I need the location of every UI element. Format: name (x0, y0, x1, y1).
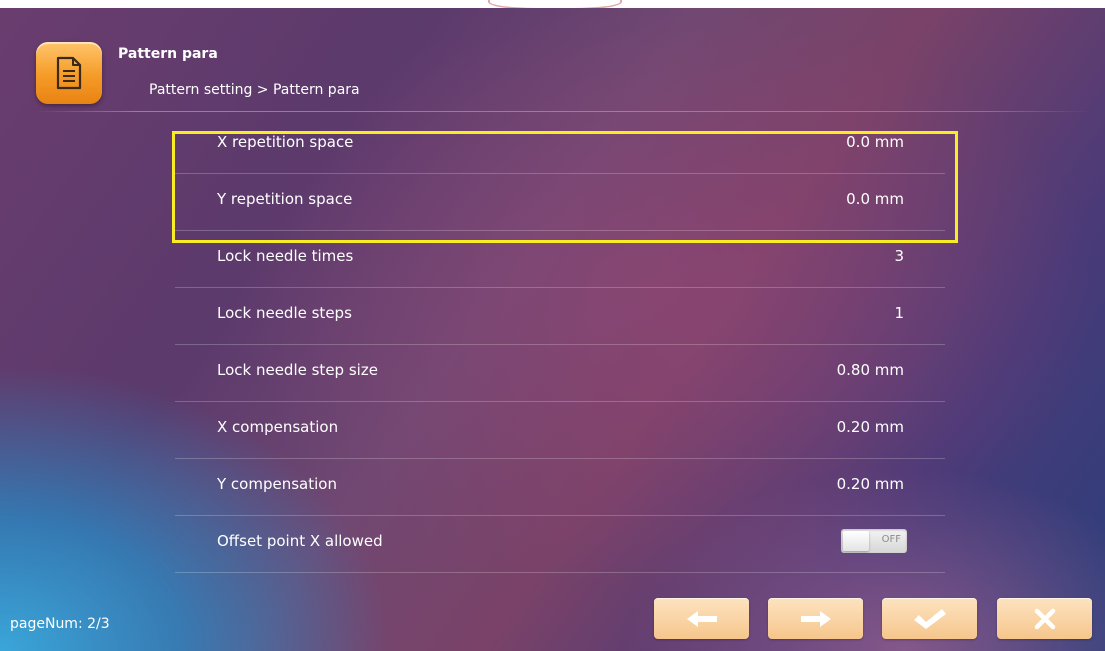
confirm-button[interactable] (882, 598, 977, 639)
param-row-x-repetition-space[interactable]: X repetition space 0.0 mm (175, 117, 945, 174)
param-row-lock-needle-step-size[interactable]: Lock needle step size 0.80 mm (175, 345, 945, 402)
param-label: Lock needle steps (217, 304, 352, 322)
param-label: Lock needle step size (217, 361, 378, 379)
prev-page-button[interactable] (654, 598, 749, 639)
close-button[interactable] (997, 598, 1092, 639)
toggle-knob[interactable] (843, 531, 869, 551)
param-value[interactable]: 1 (894, 304, 904, 322)
toggle-state-label: OFF (881, 534, 901, 545)
watermark-logo (466, 0, 642, 8)
param-label: Y repetition space (217, 190, 353, 208)
prev-arrow-icon (686, 610, 717, 627)
param-value[interactable]: 0.0 mm (846, 133, 904, 151)
document-icon (36, 42, 102, 104)
row-divider (175, 572, 945, 573)
param-row-y-repetition-space[interactable]: Y repetition space 0.0 mm (175, 174, 945, 231)
param-value[interactable]: 0.0 mm (846, 190, 904, 208)
check-icon (913, 608, 946, 629)
breadcrumb: Pattern setting > Pattern para (149, 82, 360, 98)
next-arrow-icon (800, 610, 831, 627)
param-label: Offset point X allowed (217, 532, 383, 550)
param-value[interactable]: 0.80 mm (837, 361, 904, 379)
param-label: X compensation (217, 418, 339, 436)
param-row-lock-needle-times[interactable]: Lock needle times 3 (175, 231, 945, 288)
page-title: Pattern para (118, 46, 218, 62)
param-label: Y compensation (217, 475, 337, 493)
next-page-button[interactable] (768, 598, 863, 639)
param-row-x-compensation[interactable]: X compensation 0.20 mm (175, 402, 945, 459)
close-icon (1034, 608, 1055, 629)
page-number: pageNum: 2/3 (10, 616, 110, 632)
param-value[interactable]: 3 (894, 247, 904, 265)
offset-point-x-toggle[interactable]: OFF (841, 529, 907, 553)
param-value[interactable]: 0.20 mm (837, 418, 904, 436)
param-value[interactable]: 0.20 mm (837, 475, 904, 493)
param-row-y-compensation[interactable]: Y compensation 0.20 mm (175, 459, 945, 516)
param-label: X repetition space (217, 133, 354, 151)
param-label: Lock needle times (217, 247, 354, 265)
param-row-offset-point-x-allowed[interactable]: Offset point X allowed OFF (175, 516, 945, 573)
param-row-lock-needle-steps[interactable]: Lock needle steps 1 (175, 288, 945, 345)
header-divider (35, 111, 1093, 112)
